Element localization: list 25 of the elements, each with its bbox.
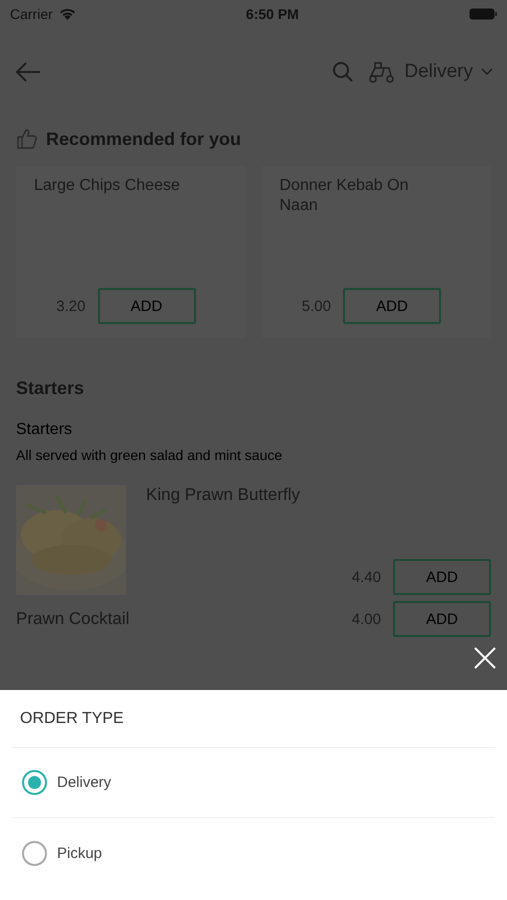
add-button[interactable]: ADD [393, 601, 491, 637]
search-button[interactable] [332, 61, 354, 83]
add-button[interactable]: ADD [343, 288, 441, 324]
thumbs-up-icon [16, 128, 38, 150]
clock: 6:50 PM [246, 6, 299, 22]
radio-button[interactable] [22, 840, 47, 866]
add-button[interactable]: ADD [393, 559, 491, 595]
add-button[interactable]: ADD [98, 288, 196, 324]
carrier-label: Carrier [10, 6, 53, 22]
battery-icon [468, 8, 497, 20]
radio-button[interactable] [22, 770, 47, 795]
scooter-icon [368, 60, 396, 84]
product-name: Large Chips Cheese [34, 176, 181, 196]
back-button[interactable] [14, 61, 42, 83]
order-type-option[interactable]: Delivery [12, 748, 495, 818]
product-name: Donner Kebab On Naan [280, 176, 410, 216]
wifi-icon [58, 8, 76, 20]
section-title: Recommended for you [46, 128, 242, 150]
order-type-option[interactable]: Pickup [12, 818, 495, 888]
close-button[interactable] [473, 646, 497, 670]
sheet-title: ORDER TYPE [12, 690, 495, 748]
subcategory-title: Starters [16, 421, 74, 439]
category-description: All served with green salad and mint sauce [16, 447, 284, 463]
category-title: Starters [16, 378, 86, 399]
chevron-down-icon [481, 68, 493, 76]
